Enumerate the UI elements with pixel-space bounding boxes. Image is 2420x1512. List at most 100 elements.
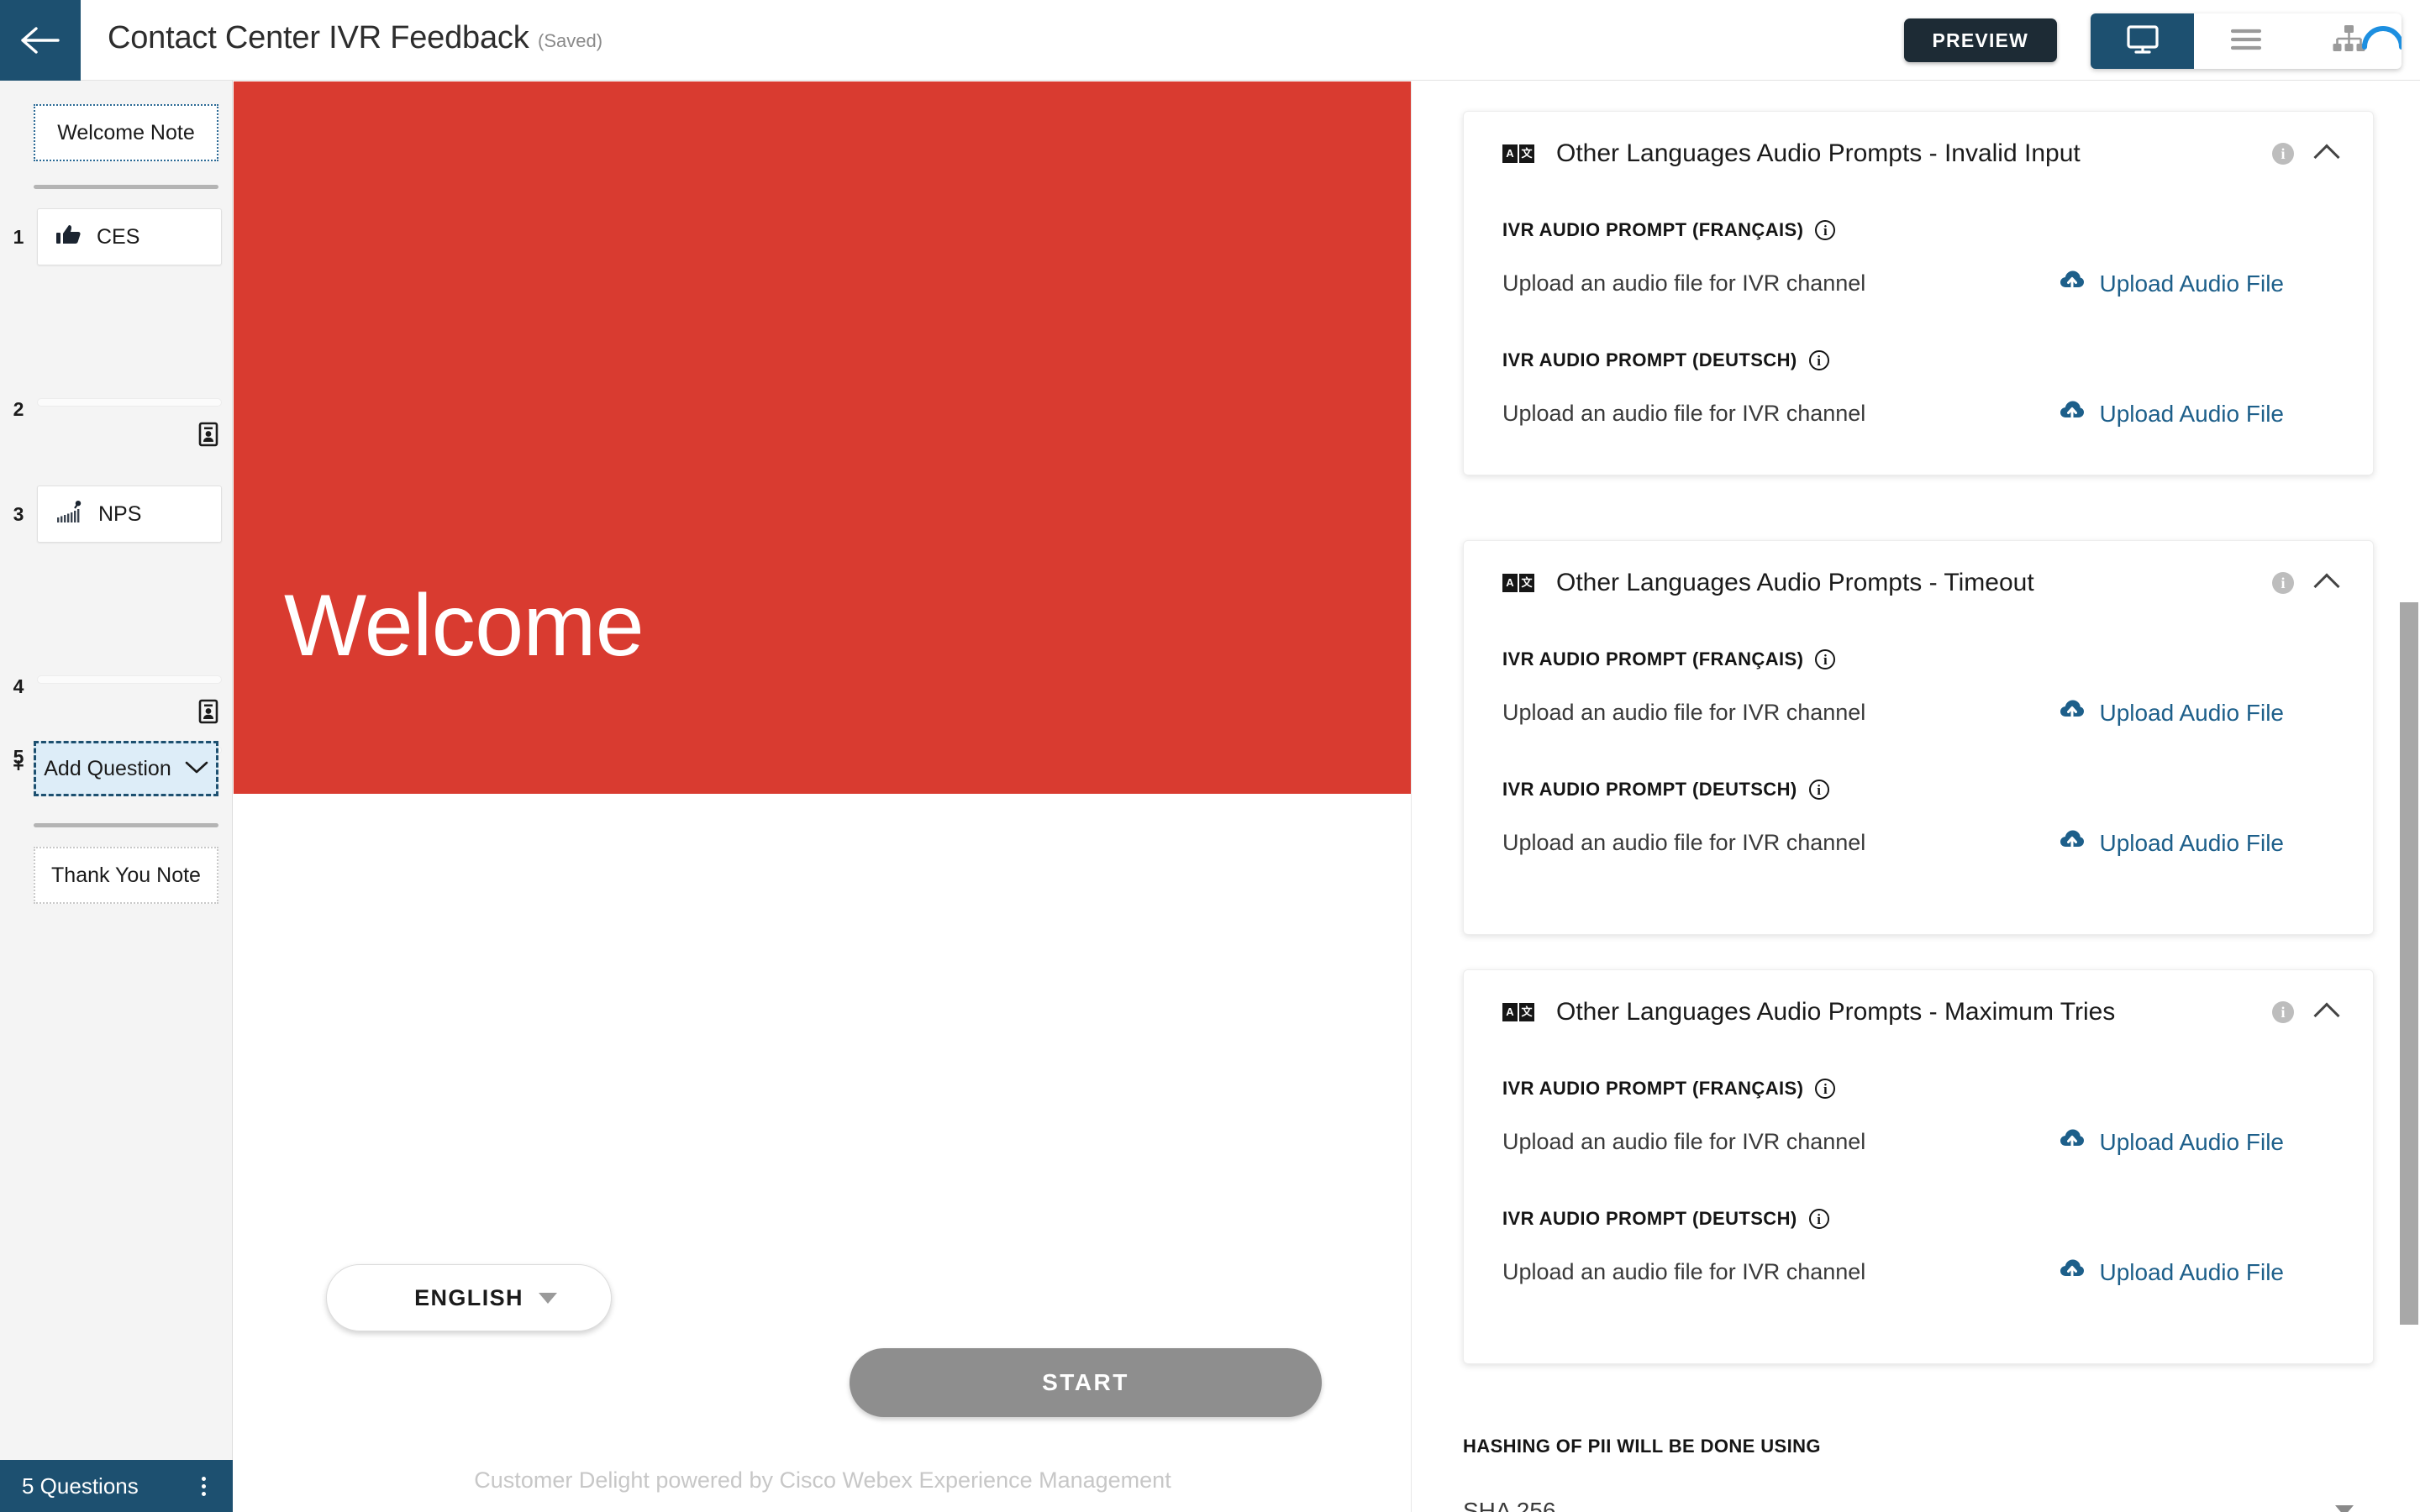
tab-list-view[interactable] [2194,13,2297,69]
sidebar-item-label: NPS [98,501,142,526]
id-card-icon[interactable] [196,422,221,447]
upload-audio-file-button[interactable]: Upload Audio File [2060,699,2284,727]
hashing-algorithm-value: SHA 256 [1463,1497,1556,1512]
chevron-up-icon[interactable] [2313,573,2340,600]
sidebar-question-placeholder[interactable] [37,398,222,407]
cloud-upload-icon [2060,1258,2085,1286]
tab-desktop-preview[interactable] [2091,13,2195,69]
prompt-label: IVR AUDIO PROMPT (FRANÇAIS) [1502,648,1804,669]
start-button[interactable]: START [850,1348,1322,1417]
prompt-label: IVR AUDIO PROMPT (DEUTSCH) [1502,1208,1797,1229]
card-header[interactable]: A文 Other Languages Audio Prompts - Maxim… [1464,970,2373,1054]
sidebar-item-nps[interactable]: NPS [37,486,222,543]
id-card-icon[interactable] [196,699,221,724]
chevron-up-icon[interactable] [2313,1002,2340,1029]
prompt-block-deutsch: IVR AUDIO PROMPT (DEUTSCH) i Upload an a… [1464,1208,2373,1286]
chevron-down-icon [185,757,208,781]
prompt-hint: Upload an audio file for IVR channel [1502,401,1866,426]
cloud-upload-icon [2060,829,2085,857]
upload-audio-file-label: Upload Audio File [2099,1128,2284,1155]
info-icon[interactable]: i [1808,780,1829,800]
language-select[interactable]: ENGLISH [326,1264,612,1331]
card-title: Other Languages Audio Prompts - Invalid … [1556,139,2081,167]
hashing-algorithm-select[interactable]: SHA 256 [1463,1486,2374,1512]
sidebar-question-row[interactable]: 3 NPS [0,486,233,543]
preview-banner: Welcome [234,81,1411,794]
sidebar-question-row[interactable]: 2 [0,398,233,447]
tab-flow-view[interactable] [2298,13,2402,69]
info-icon[interactable]: i [2272,1001,2294,1023]
translate-icon: A文 [1502,574,1534,592]
translate-icon: A文 [1502,1003,1534,1021]
prompt-hint: Upload an audio file for IVR channel [1502,1129,1866,1154]
upload-audio-file-label: Upload Audio File [2099,270,2284,297]
add-question-button[interactable]: Add Question [34,741,218,796]
upload-audio-file-button[interactable]: Upload Audio File [2060,829,2284,857]
settings-scrollbar-track[interactable] [2398,81,2420,1512]
view-toggle-group [2091,13,2402,69]
kebab-menu-icon[interactable] [197,1472,211,1501]
prompt-block-deutsch: IVR AUDIO PROMPT (DEUTSCH) i Upload an a… [1464,779,2373,857]
prompt-label: IVR AUDIO PROMPT (DEUTSCH) [1502,779,1797,800]
cloud-upload-icon [2060,1128,2085,1156]
sidebar-question-placeholder[interactable] [37,675,222,684]
info-icon[interactable]: i [2272,572,2294,594]
upload-audio-file-button[interactable]: Upload Audio File [2060,1258,2284,1286]
thumbs-up-icon [56,223,82,251]
sidebar-item-ces[interactable]: CES [37,208,222,265]
sidebar-item-label: CES [97,224,140,249]
info-icon[interactable]: i [1815,1079,1836,1099]
upload-audio-file-label: Upload Audio File [2099,829,2284,856]
info-icon[interactable]: i [1815,649,1836,669]
prompt-hint: Upload an audio file for IVR channel [1502,270,1866,296]
sidebar-welcome-note[interactable]: Welcome Note [34,104,218,161]
prompt-block-francais: IVR AUDIO PROMPT (FRANÇAIS) i Upload an … [1464,1078,2373,1156]
card-header[interactable]: A文 Other Languages Audio Prompts - Timeo… [1464,541,2373,625]
monitor-icon [2126,24,2160,59]
card-title: Other Languages Audio Prompts - Timeout [1556,569,2034,596]
sidebar-question-index: 2 [13,398,24,420]
sidebar-divider-top [34,185,218,189]
sidebar-thank-you-note[interactable]: Thank You Note [34,847,218,904]
language-select-value: ENGLISH [414,1284,523,1310]
survey-preview-pane: Welcome ENGLISH START Customer Delight p… [234,81,1412,1512]
add-question-index: + [13,754,24,776]
settings-scrollbar-thumb[interactable] [2400,602,2418,1325]
sidebar-question-row[interactable]: 1 CES [0,208,233,265]
cloud-upload-icon [2060,699,2085,727]
page-title: Contact Center IVR Feedback [108,20,529,55]
info-icon[interactable]: i [1808,1209,1829,1229]
preview-button-label: PREVIEW [1932,29,2028,51]
nps-gauge-icon [56,500,83,528]
upload-audio-file-label: Upload Audio File [2099,699,2284,726]
question-count-label: 5 Questions [22,1473,139,1499]
hamburger-menu-icon [2230,28,2262,55]
sidebar-question-index: 3 [13,503,24,525]
prompt-hint: Upload an audio file for IVR channel [1502,1259,1866,1284]
question-count-bar[interactable]: 5 Questions [0,1460,233,1512]
preview-button[interactable]: PREVIEW [1903,18,2057,62]
card-title: Other Languages Audio Prompts - Maximum … [1556,998,2116,1026]
settings-pane: A文 Other Languages Audio Prompts - Inval… [1413,81,2420,1512]
info-icon[interactable]: i [1808,350,1829,370]
caret-down-icon [2335,1505,2354,1512]
upload-audio-file-button[interactable]: Upload Audio File [2060,1128,2284,1156]
chevron-up-icon[interactable] [2313,144,2340,171]
sidebar-question-row[interactable]: 4 [0,675,233,724]
info-icon[interactable]: i [1815,220,1836,240]
prompt-hint: Upload an audio file for IVR channel [1502,830,1866,855]
question-sidebar: Welcome Note 1 CES 2 3 NPS 4 5 + Add Que… [0,81,233,1512]
card-header[interactable]: A文 Other Languages Audio Prompts - Inval… [1464,112,2373,196]
upload-audio-file-label: Upload Audio File [2099,400,2284,427]
sidebar-divider-bottom [34,823,218,827]
info-icon[interactable]: i [2272,143,2294,165]
loading-spinner-icon [2360,17,2402,55]
preview-welcome-heading: Welcome [284,577,644,675]
prompt-block-deutsch: IVR AUDIO PROMPT (DEUTSCH) i Upload an a… [1464,349,2373,428]
back-button[interactable] [0,0,81,81]
arrow-left-icon [21,26,60,55]
sidebar-question-index: 1 [13,226,24,248]
upload-audio-file-button[interactable]: Upload Audio File [2060,400,2284,428]
upload-audio-file-button[interactable]: Upload Audio File [2060,270,2284,297]
prompt-label: IVR AUDIO PROMPT (FRANÇAIS) [1502,219,1804,240]
